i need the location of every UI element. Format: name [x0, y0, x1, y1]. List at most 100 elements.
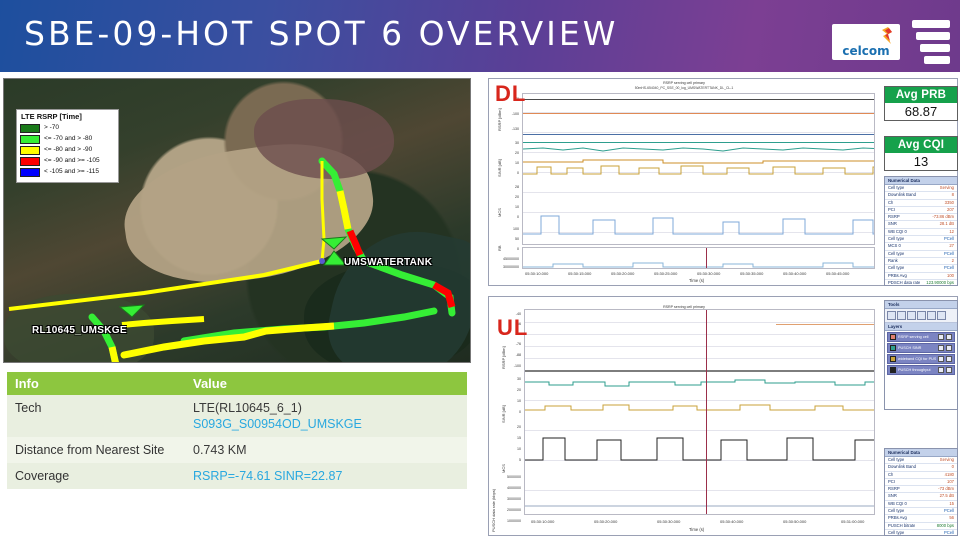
- ul-numerical-data-panel[interactable]: Numerical Data Cell type Serving Downlink…: [884, 448, 958, 536]
- layer-color-swatch: [890, 356, 896, 362]
- param-value: 107: [947, 478, 954, 484]
- legend-label: <= -80 and > -90: [44, 145, 93, 153]
- layer-label: PUSCH SINR: [898, 346, 922, 350]
- ul-traces-svg: [525, 379, 874, 507]
- param-value: PCell: [943, 236, 954, 242]
- ul-xtick: 05:30:30.000: [657, 519, 681, 524]
- param-row: Cell type Serving: [885, 185, 957, 193]
- param-row: Cell type PCell: [885, 251, 957, 258]
- dl-plot-lower[interactable]: [522, 247, 875, 269]
- param-key: PDSCH data rate: [888, 279, 921, 285]
- param-value: 8000 bps: [936, 522, 954, 528]
- param-row: SNR 27.5 dB: [885, 493, 957, 501]
- celcom-logo: celcom: [832, 24, 900, 60]
- legend-swatch: [20, 145, 40, 155]
- layer-item[interactable]: PUSCH throughput: [887, 365, 955, 375]
- layer-dropdown-icon[interactable]: [938, 367, 944, 373]
- page-header: SBE-09-HOT SPOT 6 OVERVIEW celcom: [0, 0, 960, 72]
- dl-numerical-data-panel[interactable]: Numerical Data Cell type Serving Downlink…: [884, 176, 958, 286]
- param-value: 207: [947, 206, 954, 212]
- layer-dropdown-icon[interactable]: [938, 334, 944, 340]
- layer-label: PUSCH throughput: [898, 368, 931, 372]
- dl-plot[interactable]: [522, 93, 875, 245]
- legend-label: < -105 and >= -115: [44, 167, 99, 175]
- kpi-avg-cqi: Avg CQI 13: [884, 136, 958, 171]
- layer-color-swatch: [890, 367, 896, 373]
- param-value: 27.5 dB: [939, 493, 954, 499]
- map-site-label-rl10645: RL10645_UMSKGE: [32, 325, 127, 336]
- layer-dropdown-icon[interactable]: [938, 345, 944, 351]
- ul-cursor-line[interactable]: [706, 310, 708, 514]
- param-row: PRBs Avg 56: [885, 515, 957, 523]
- dl-cursor-line[interactable]: [705, 248, 707, 268]
- layer-close-icon[interactable]: [946, 334, 952, 340]
- param-key: PRBs Avg: [888, 515, 907, 521]
- param-key: Cell type: [888, 250, 905, 256]
- legend-swatch: [20, 167, 40, 177]
- info-table: Info Value Tech LTE(RL10645_6_1) S093G_S…: [7, 372, 467, 489]
- param-row: PCI 207: [885, 206, 957, 215]
- ericsson-bar-4: [924, 56, 950, 64]
- table-row: Coverage RSRP=-74.61 SINR=22.87: [7, 463, 467, 489]
- tech-value-line1: LTE(RL10645_6_1): [193, 401, 302, 415]
- chart-icon[interactable]: [927, 311, 936, 320]
- pointer-icon[interactable]: [887, 311, 896, 320]
- pan-icon[interactable]: [917, 311, 926, 320]
- dl-xtick: 05:30:35.000: [740, 271, 764, 276]
- param-key: MCS 0: [888, 243, 901, 249]
- param-row: Downlink Band 0: [885, 464, 957, 472]
- ul-tools-layers-panel[interactable]: Tools Layers RSRP serving cell PUSCH SIN…: [884, 300, 958, 410]
- param-row: SNR 28.1 dB: [885, 221, 957, 229]
- ul-ytick: 20: [517, 388, 521, 392]
- ul-chart-area[interactable]: RSRP serving cell primary RSRP [dBm] SIN…: [489, 297, 879, 535]
- param-key: PCI: [888, 478, 895, 484]
- dl-ytick: 0: [517, 171, 519, 175]
- layer-close-icon[interactable]: [946, 367, 952, 373]
- legend-item: <= -80 and > -90: [20, 145, 115, 155]
- param-value: 28.1 dB: [939, 221, 954, 227]
- dl-ytick: 100: [513, 227, 519, 231]
- layer-label: RSRP serving cell: [898, 335, 929, 339]
- param-value: PCell: [943, 529, 954, 535]
- param-key: WB CQI 0: [888, 500, 907, 506]
- legend-label: <= -70 and > -80: [44, 134, 93, 142]
- param-row: RSRP -73.86 dBm: [885, 214, 957, 222]
- param-key: RSRP: [888, 214, 900, 220]
- legend-label: > -70: [44, 123, 59, 131]
- ul-plot[interactable]: [524, 309, 875, 515]
- ul-xtick: 05:30:10.000: [531, 519, 555, 524]
- layer-item[interactable]: wideband CQI for PUSCH: [887, 354, 955, 364]
- tools-toolbar[interactable]: [885, 309, 957, 323]
- param-key: SNR: [888, 493, 897, 499]
- layer-item[interactable]: RSRP serving cell: [887, 332, 955, 342]
- ul-ytick: -100: [513, 364, 521, 368]
- ul-xtick: 05:30:20.000: [594, 519, 618, 524]
- coverage-map[interactable]: LTE RSRP [Time] > -70 <= -70 and > -80 <…: [3, 78, 471, 363]
- dl-ytick: -100: [511, 112, 519, 116]
- param-value: PCell: [943, 265, 954, 271]
- layer-item[interactable]: PUSCH SINR: [887, 343, 955, 353]
- layer-close-icon[interactable]: [946, 345, 952, 351]
- ericsson-logo: [910, 18, 950, 64]
- dl-xtick: 05:30:45.000: [826, 271, 850, 276]
- column-header-info: Info: [7, 372, 185, 395]
- dl-lower-traces: [523, 262, 874, 268]
- zoom-out-icon[interactable]: [907, 311, 916, 320]
- layer-close-icon[interactable]: [946, 356, 952, 362]
- param-value: -73 dBm: [938, 486, 954, 492]
- celcom-mark-icon: [882, 27, 892, 44]
- dl-chart-area[interactable]: RSRP serving cell primary 50mHS-654040_P…: [489, 79, 879, 285]
- dl-xaxis-label: Time (s): [689, 278, 705, 283]
- dl-xtick: 05:30:20.000: [611, 271, 635, 276]
- param-key: RSRP: [888, 486, 900, 492]
- ul-ytick: 0: [519, 410, 521, 414]
- param-row: Rank 2: [885, 257, 957, 266]
- param-row: Downlink Band 8: [885, 192, 957, 200]
- layer-dropdown-icon[interactable]: [938, 356, 944, 362]
- param-row: WB CQI 0 12: [885, 229, 957, 237]
- param-row: Cell type PCell: [885, 508, 957, 516]
- param-key: Rank: [888, 257, 898, 263]
- zoom-in-icon[interactable]: [897, 311, 906, 320]
- grid-icon[interactable]: [937, 311, 946, 320]
- ericsson-bar-1: [912, 20, 950, 28]
